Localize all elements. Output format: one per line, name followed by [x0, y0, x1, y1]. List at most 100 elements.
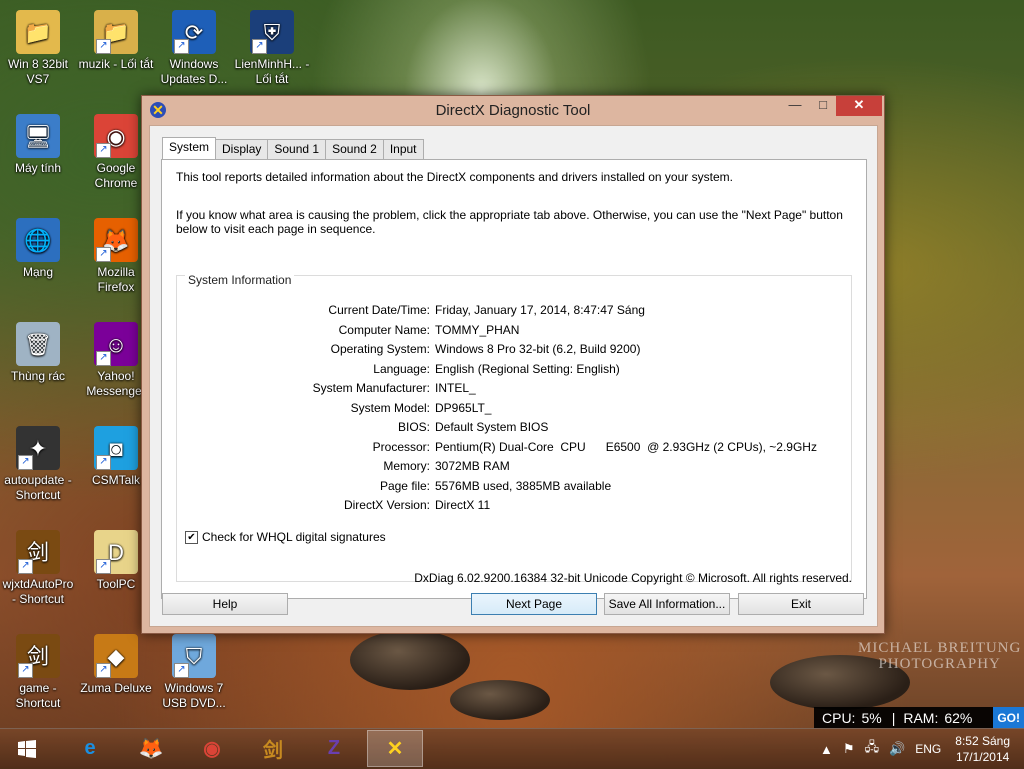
folder-user-icon: 📁	[16, 10, 60, 54]
separator: |	[891, 710, 896, 726]
desktop-icon[interactable]: ⛉ ↗ Windows 7 USB DVD...	[156, 628, 232, 711]
toolpc-icon: D ↗	[94, 530, 138, 574]
show-hidden-icons-icon[interactable]: ▲	[820, 742, 833, 757]
shortcut-arrow-icon: ↗	[96, 39, 111, 54]
wallpaper-rock	[350, 630, 470, 690]
internet-explorer-icon: e	[84, 737, 96, 759]
watermark-line2: PHOTOGRAPHY	[878, 656, 1001, 672]
desktop-icon[interactable]: 📁 Win 8 32bit VS7	[0, 4, 76, 87]
shortcut-arrow-icon: ↗	[96, 559, 111, 574]
tab-sound-2[interactable]: Sound 2	[325, 139, 384, 159]
whql-checkbox[interactable]: ✔ Check for WHQL digital signatures	[185, 530, 386, 544]
info-value: TOMMY_PHAN	[435, 322, 520, 337]
taskbar-app-internet-explorer[interactable]: e	[62, 730, 118, 767]
info-value: Friday, January 17, 2014, 8:47:47 Sáng	[435, 303, 645, 317]
system-tray: ▲ ⚑ 🖧 🔊 ENG 8:52 Sáng 17/1/2014	[820, 729, 1024, 769]
info-row: Processor: Pentium(R) Dual-Core CPU E6500…	[177, 440, 851, 456]
intro-instructions: If you know what area is causing the pro…	[176, 208, 843, 236]
shortcut-arrow-icon: ↗	[18, 559, 33, 574]
game-shield-icon: ⛨ ↗	[250, 10, 294, 54]
info-label: Processor:	[372, 439, 430, 454]
info-label: Memory:	[383, 459, 430, 473]
desktop-icon[interactable]: 🌐 Mạng	[0, 212, 76, 280]
info-value: 5576MB used, 3885MB available	[435, 478, 612, 493]
taskbar-app-directx[interactable]: ✕	[367, 730, 423, 767]
info-value: DirectX 11	[435, 498, 491, 512]
desktop-icon[interactable]: ⟳ ↗ Windows Updates D...	[156, 4, 232, 87]
tab-sound-1[interactable]: Sound 1	[267, 139, 327, 159]
save-all-information-button[interactable]: Save All Information...	[604, 593, 730, 615]
dxdiag-window: ✕ DirectX Diagnostic Tool — □ ✕ System Di…	[141, 95, 885, 634]
csmtalk-icon: ◙ ↗	[94, 426, 138, 470]
clock[interactable]: 8:52 Sáng 17/1/2014	[955, 733, 1010, 765]
info-label: BIOS:	[397, 420, 430, 434]
whql-label[interactable]: Check for WHQL digital signatures	[202, 530, 386, 544]
shortcut-arrow-icon: ↗	[96, 143, 111, 158]
recycle-bin-icon: 🗑	[16, 322, 60, 366]
desktop-icon-label: wjxtdAutoPro - Shortcut	[2, 577, 74, 606]
cpu-z-icon: Z	[327, 737, 341, 759]
cpu-ram-widget: CPU: 5% | RAM: 62% GO!	[814, 707, 1024, 729]
go-button[interactable]: GO!	[993, 707, 1024, 729]
taskbar-app-chrome[interactable]: ◉	[184, 730, 240, 767]
maximize-button[interactable]: □	[810, 96, 836, 116]
desktop-icon[interactable]: 🖥 Máy tính	[0, 108, 76, 176]
desktop-icon[interactable]: 📁 ↗ muzik - Lối tắt	[78, 4, 154, 72]
chrome-icon: ◉ ↗	[94, 114, 138, 158]
action-center-flag-icon[interactable]: ⚑	[843, 741, 855, 757]
network-icon: 🌐	[16, 218, 60, 262]
desktop-icon[interactable]: 🗑 Thùng rác	[0, 316, 76, 384]
clock-time: 8:52 Sáng	[955, 734, 1010, 748]
next-page-button[interactable]: Next Page	[471, 593, 597, 615]
desktop-icon-label: Win 8 32bit VS7	[7, 57, 69, 86]
window-title: DirectX Diagnostic Tool	[435, 102, 591, 119]
cpu-value: 5%	[861, 710, 882, 726]
info-row: Language: English (Regional Setting: Engl…	[177, 362, 851, 378]
info-row: System Model: DP965LT_	[177, 401, 851, 417]
info-row: Page file: 5576MB used, 3885MB available	[177, 479, 851, 495]
info-label: System Model:	[350, 400, 430, 415]
directx-icon: ✕	[386, 738, 404, 760]
info-value: 3072MB RAM	[435, 459, 510, 473]
desktop-icon[interactable]: 剑 ↗ game - Shortcut	[0, 628, 76, 711]
desktop-icon[interactable]: 剑 ↗ wjxtdAutoPro - Shortcut	[0, 524, 76, 607]
info-value: DP965LT_	[435, 400, 492, 415]
desktop-icon[interactable]: ◆ ↗ Zuma Deluxe	[78, 628, 154, 696]
tab-display[interactable]: Display	[215, 139, 269, 159]
jianxia-icon: 剑	[263, 740, 283, 762]
tab-system[interactable]: System	[162, 137, 217, 160]
help-button[interactable]: Help	[162, 593, 288, 615]
start-button[interactable]	[2, 730, 52, 767]
usb-dvd-tool-icon: ⛉ ↗	[172, 634, 216, 678]
title-bar[interactable]: ✕ DirectX Diagnostic Tool — □ ✕	[142, 96, 884, 124]
taskbar-app-cpu-z[interactable]: Z	[306, 730, 362, 767]
info-row: Current Date/Time: Friday, January 17, 20…	[177, 303, 851, 319]
wallpaper-rock	[450, 680, 550, 720]
shortcut-arrow-icon: ↗	[96, 351, 111, 366]
checkbox-box[interactable]: ✔	[185, 530, 198, 544]
jianxia-icon: 剑 ↗	[16, 530, 60, 574]
folder-media-icon: 📁 ↗	[94, 10, 138, 54]
desktop-icon[interactable]: ⛨ ↗ LienMinhH... - Lối tắt	[234, 4, 310, 87]
volume-icon[interactable]: 🔊	[889, 741, 905, 757]
minimize-button[interactable]: —	[782, 96, 808, 116]
shortcut-arrow-icon: ↗	[252, 39, 267, 54]
windows-update-icon: ⟳ ↗	[172, 10, 216, 54]
taskbar-app-firefox[interactable]: 🦊	[123, 730, 179, 767]
computer-icon: 🖥	[16, 114, 60, 158]
zuma-icon: ◆ ↗	[94, 634, 138, 678]
shortcut-arrow-icon: ↗	[18, 455, 33, 470]
network-tray-icon[interactable]: 🖧	[865, 738, 880, 760]
info-row: BIOS: Default System BIOS	[177, 420, 851, 436]
close-button[interactable]: ✕	[836, 96, 882, 116]
shortcut-arrow-icon: ↗	[96, 663, 111, 678]
taskbar-app-jianxia[interactable]: 剑	[245, 730, 301, 767]
input-language[interactable]: ENG	[915, 742, 941, 756]
desktop-icon-label: Thùng rác	[10, 369, 66, 383]
shortcut-arrow-icon: ↗	[96, 455, 111, 470]
info-label: Operating System:	[330, 342, 430, 356]
exit-button[interactable]: Exit	[738, 593, 864, 615]
tab-input[interactable]: Input	[382, 139, 424, 159]
desktop-icon-label: muzik - Lối tắt	[78, 57, 154, 71]
desktop-icon[interactable]: ✦ ↗ autoupdate - Shortcut	[0, 420, 76, 503]
